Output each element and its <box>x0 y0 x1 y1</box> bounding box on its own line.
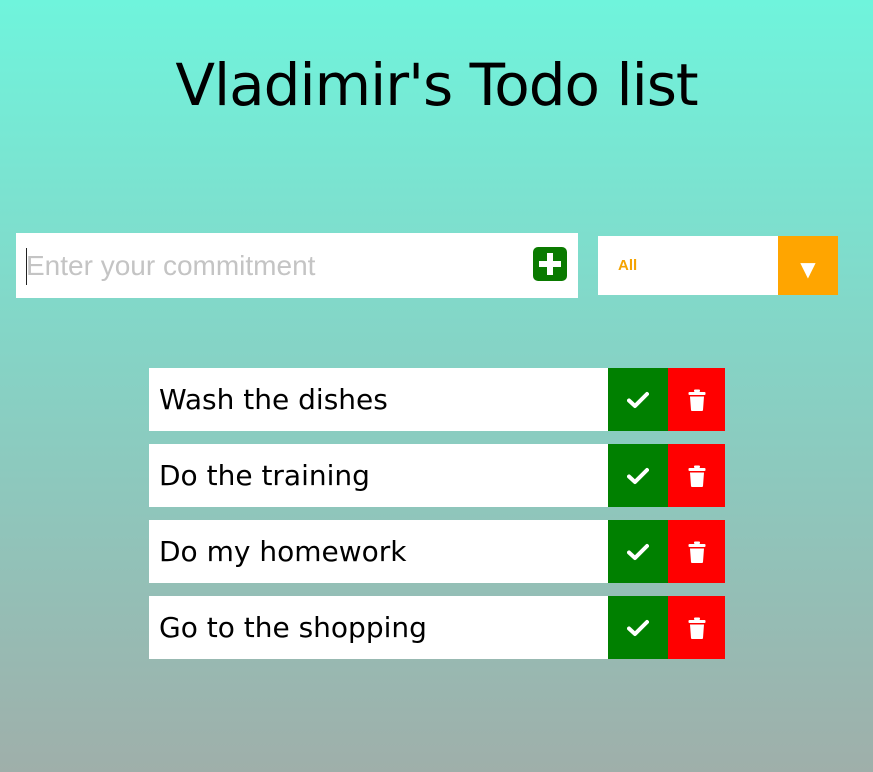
chevron-down-icon[interactable]: ▼ <box>778 236 838 295</box>
check-icon <box>627 543 649 560</box>
trash-icon <box>688 541 705 563</box>
todo-list: Wash the dishes Do the training Do my ho… <box>149 368 725 672</box>
complete-button[interactable] <box>608 520 668 583</box>
add-todo-button[interactable] <box>532 246 568 282</box>
complete-button[interactable] <box>608 368 668 431</box>
todo-item: Do the training <box>149 444 725 507</box>
todo-text: Go to the shopping <box>159 611 427 644</box>
delete-button[interactable] <box>668 368 725 431</box>
check-icon <box>627 619 649 636</box>
check-icon <box>627 467 649 484</box>
todo-text: Wash the dishes <box>159 383 388 416</box>
page-title: Vladimir's Todo list <box>175 51 698 119</box>
filter-select[interactable]: All ▼ <box>598 236 838 295</box>
check-icon <box>627 391 649 408</box>
delete-button[interactable] <box>668 596 725 659</box>
todo-item: Wash the dishes <box>149 368 725 431</box>
todo-input[interactable] <box>26 233 516 298</box>
plus-square-icon <box>533 247 567 281</box>
todo-item: Do my homework <box>149 520 725 583</box>
todo-item: Go to the shopping <box>149 596 725 659</box>
todo-text: Do my homework <box>159 535 407 568</box>
trash-icon <box>688 465 705 487</box>
delete-button[interactable] <box>668 444 725 507</box>
filter-selected-value: All <box>618 257 638 274</box>
trash-icon <box>688 617 705 639</box>
todo-form <box>16 233 578 298</box>
delete-button[interactable] <box>668 520 725 583</box>
complete-button[interactable] <box>608 444 668 507</box>
complete-button[interactable] <box>608 596 668 659</box>
trash-icon <box>688 389 705 411</box>
text-cursor <box>26 248 27 285</box>
todo-text: Do the training <box>159 459 370 492</box>
